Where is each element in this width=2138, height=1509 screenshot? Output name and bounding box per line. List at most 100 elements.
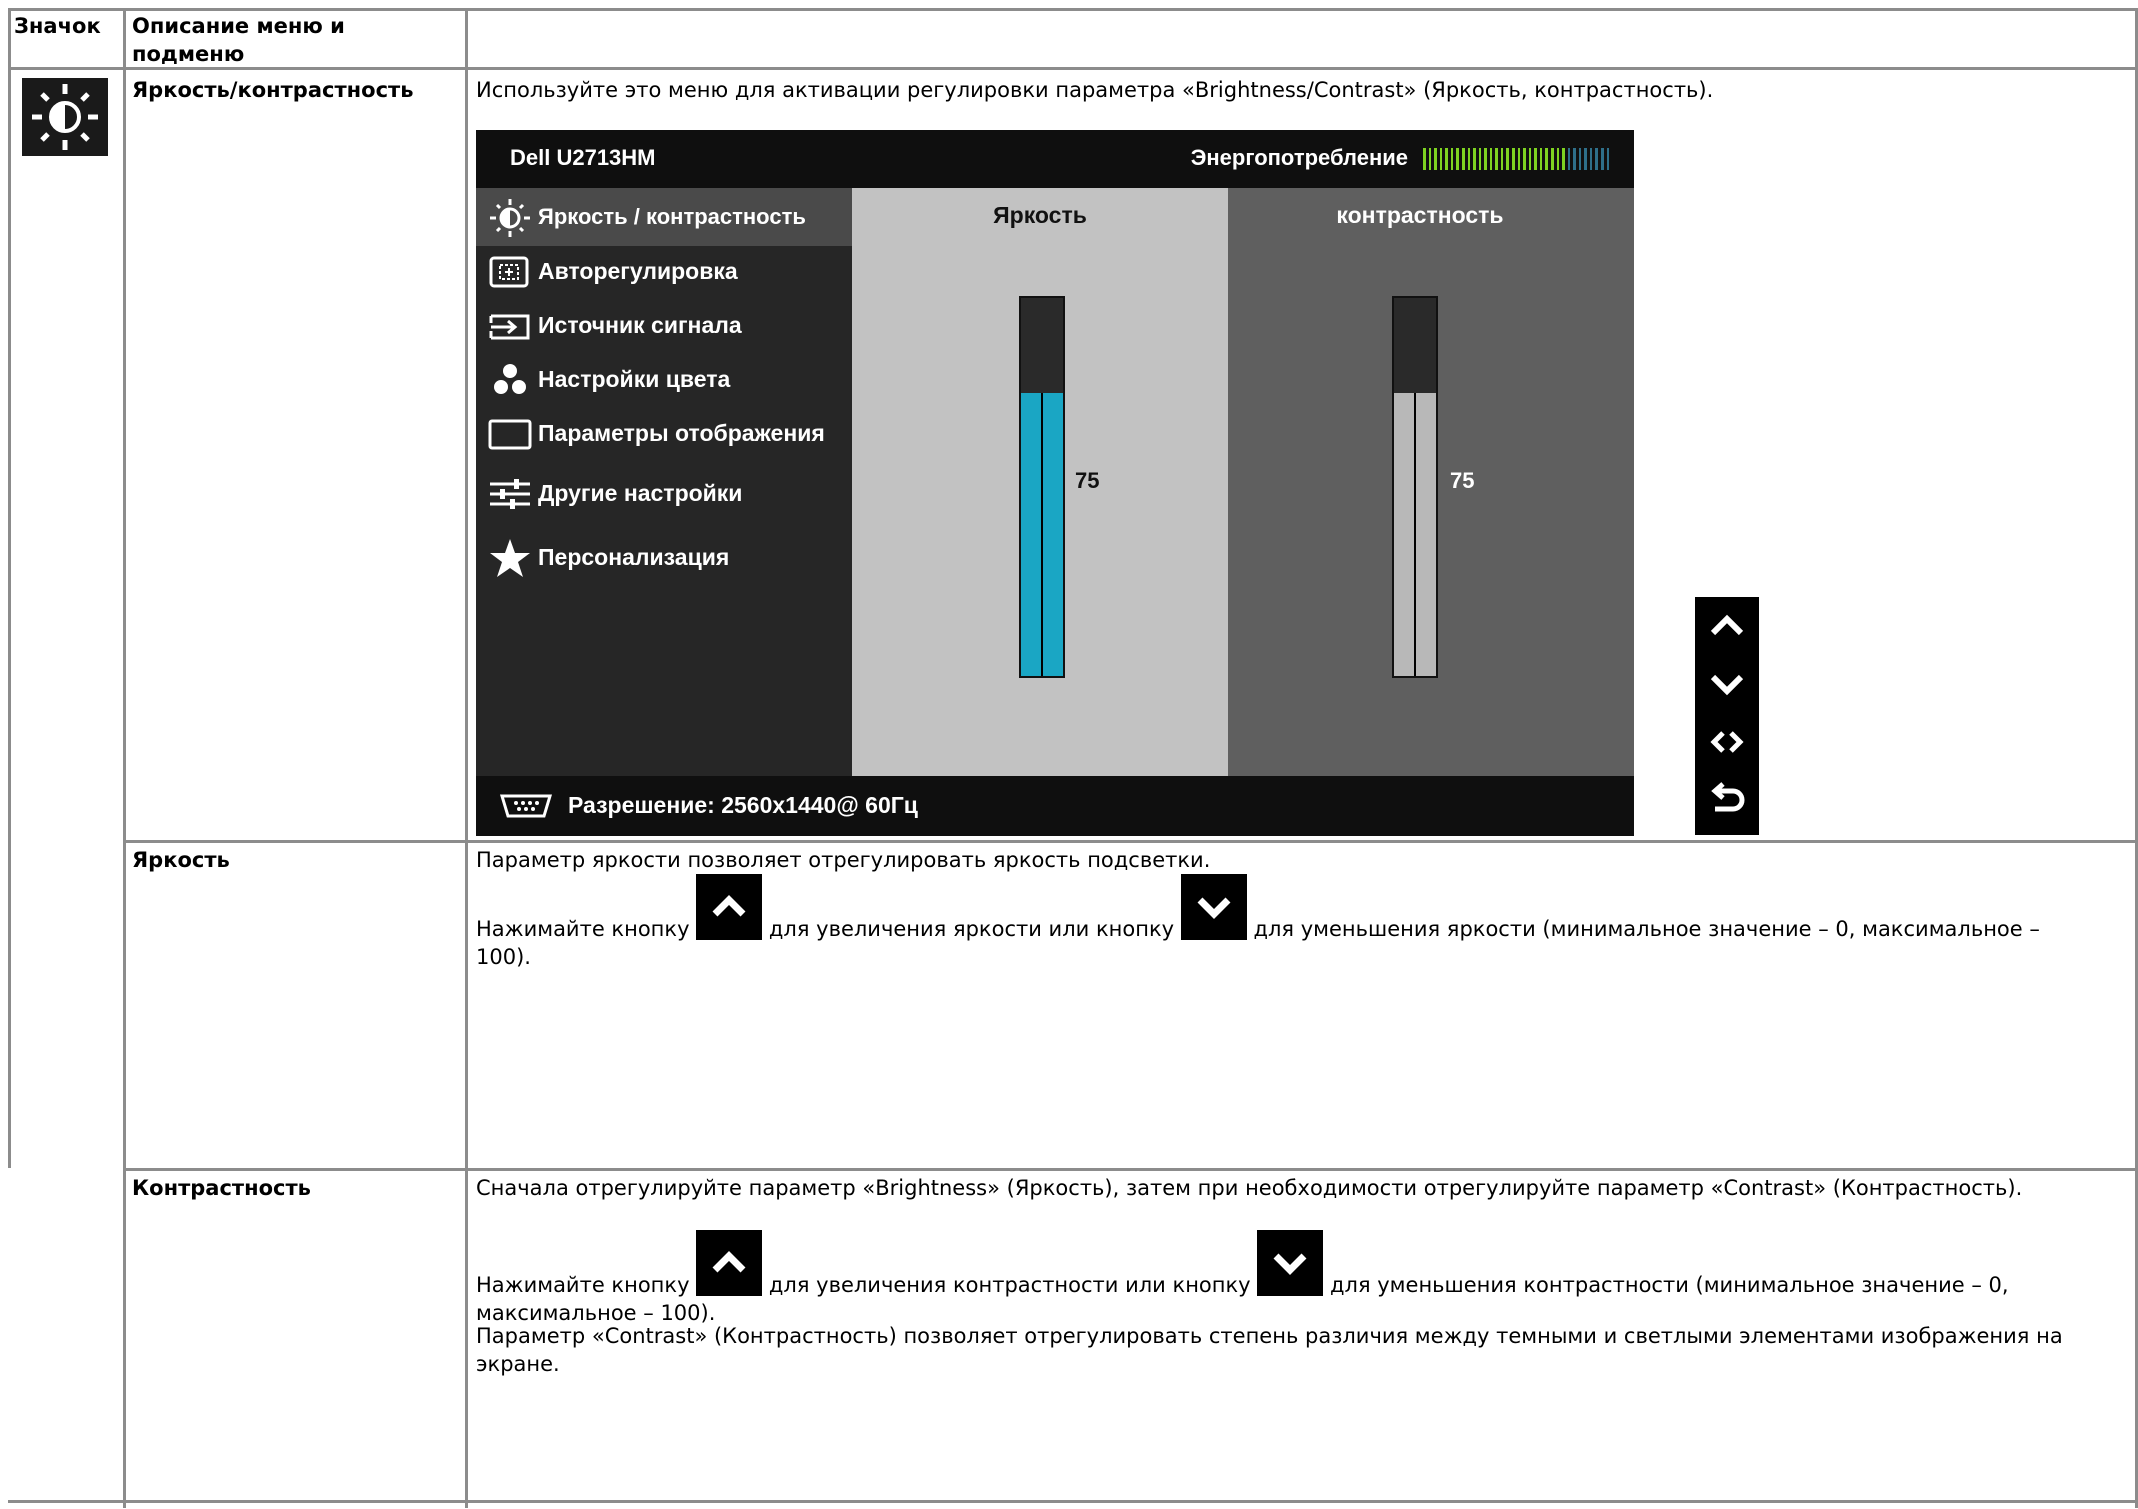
chevron-down-icon (1197, 897, 1231, 919)
energy-segment (1567, 148, 1571, 170)
row-name-brightness: Яркость (132, 848, 230, 872)
row-name-contrast: Контрастность (132, 1176, 311, 1200)
connector-icon (499, 794, 553, 818)
energy-segment (1450, 148, 1454, 170)
energy-segment (1528, 148, 1532, 170)
energy-segment (1506, 148, 1509, 170)
energy-segment (1550, 148, 1554, 170)
back-icon (1711, 782, 1745, 812)
energy-segment (1434, 148, 1437, 170)
star-icon (490, 539, 530, 577)
menu-item-label: Яркость / контрастность (538, 204, 806, 229)
energy-segment (1428, 148, 1432, 170)
energy-segment (1517, 148, 1521, 170)
text-segment: для увеличения контрастности или кнопку (768, 1273, 1251, 1297)
energy-segment (1562, 148, 1565, 170)
text-segment: Нажимайте кнопку (476, 917, 690, 941)
brightness-panel: Яркость 75 (852, 188, 1228, 776)
row-description-brightness-line1: Параметр яркости позволяет отрегулироват… (476, 848, 1211, 872)
osd-nav-buttons (1695, 597, 1759, 835)
row-description-contrast-line1: Сначала отрегулируйте параметр «Brightne… (476, 1176, 2023, 1200)
energy-segment (1495, 148, 1498, 170)
input-source-icon (489, 314, 530, 340)
menu-item-label: Параметры отображения (538, 420, 825, 446)
contrast-panel: контрастность 75 (1228, 188, 1634, 776)
text-segment: для увеличения яркости или кнопку (768, 917, 1175, 941)
row-description-brightness-contrast: Используйте это меню для активации регул… (476, 78, 1714, 102)
up-button-inline (696, 1230, 763, 1296)
osd-header: Dell U2713HM Энергопотребление (476, 130, 1634, 188)
brightness-title: Яркость (993, 202, 1087, 228)
row-description-contrast-line3: Параметр «Contrast» (Контрастность) позв… (476, 1324, 2063, 1376)
osd-resolution: Разрешение: 2560x1440@ 60Гц (568, 792, 918, 818)
osd-footer: Разрешение: 2560x1440@ 60Гц (476, 776, 1634, 836)
down-button-inline (1257, 1230, 1324, 1296)
chevron-up-icon (712, 1251, 746, 1273)
left-right-icon (1710, 731, 1744, 753)
osd-screenshot: Dell U2713HM Энергопотребление Яркость /… (476, 130, 1634, 836)
menu-item-label: Настройки цвета (538, 366, 731, 392)
energy-segment (1439, 148, 1443, 170)
energy-segment (1489, 148, 1493, 170)
up-button-inline (696, 874, 763, 940)
menu-item-other-settings[interactable]: Другие настройки (488, 468, 852, 520)
brightness-icon (22, 78, 108, 156)
energy-segment (1467, 148, 1471, 170)
menu-item-label: Авторегулировка (538, 258, 738, 284)
contrast-value: 75 (1450, 468, 1475, 493)
energy-segment (1473, 148, 1476, 170)
menu-item-personalize[interactable]: Персонализация (488, 532, 852, 584)
menu-item-auto-adjust[interactable]: Авторегулировка (488, 246, 852, 298)
header-icon-column: Значок (14, 14, 101, 38)
energy-segment (1545, 148, 1548, 170)
other-settings-icon (490, 479, 530, 509)
energy-segment (1445, 148, 1448, 170)
energy-segment (1539, 148, 1543, 170)
energy-segment (1573, 148, 1576, 170)
brightness-value: 75 (1075, 468, 1100, 493)
energy-segment (1534, 148, 1537, 170)
contrast-slider-fill (1394, 392, 1436, 676)
text-segment: Нажимайте кнопку (476, 1273, 690, 1297)
menu-item-input-source[interactable]: Источник сигнала (488, 300, 852, 352)
menu-item-display-settings[interactable]: Параметры отображения (488, 408, 852, 460)
energy-segment (1423, 148, 1426, 170)
chevron-up-icon (1710, 614, 1744, 636)
energy-segment (1595, 148, 1598, 170)
row-description-contrast-line2: Нажимайте кнопку для увеличения контраст… (476, 1230, 2116, 1327)
energy-meter (1423, 148, 1610, 170)
energy-segment (1606, 148, 1610, 170)
menu-item-label: Другие настройки (538, 480, 743, 506)
energy-segment (1478, 148, 1482, 170)
brightness-slider-fill (1021, 392, 1063, 676)
osd-energy-label: Энергопотребление (1190, 145, 1408, 170)
brightness-slider[interactable] (1019, 296, 1065, 678)
energy-segment (1512, 148, 1515, 170)
energy-segment (1484, 148, 1487, 170)
brightness-icon (490, 199, 530, 237)
energy-segment (1523, 148, 1526, 170)
osd-model-name: Dell U2713HM (510, 145, 656, 170)
contrast-title: контрастность (1336, 202, 1504, 228)
down-button[interactable] (1695, 655, 1759, 713)
energy-segment (1578, 148, 1582, 170)
back-button[interactable] (1695, 771, 1759, 829)
row-description-brightness-line2: Нажимайте кнопку для увеличения яркости … (476, 874, 2096, 971)
left-right-button[interactable] (1695, 713, 1759, 771)
menu-item-color-settings[interactable]: Настройки цвета (488, 354, 852, 406)
energy-segment (1556, 148, 1560, 170)
energy-segment (1584, 148, 1587, 170)
auto-adjust-icon (489, 256, 529, 288)
energy-segment (1601, 148, 1604, 170)
menu-item-brightness-contrast[interactable]: Яркость / контрастность (488, 192, 852, 244)
chevron-down-icon (1710, 674, 1744, 696)
energy-segment (1456, 148, 1459, 170)
down-button-inline (1180, 874, 1247, 940)
color-settings-icon (494, 364, 526, 394)
up-button[interactable] (1695, 597, 1759, 655)
energy-segment (1461, 148, 1465, 170)
contrast-slider[interactable] (1392, 296, 1438, 678)
header-description-column: Описание меню и подменю (132, 14, 345, 66)
chevron-down-icon (1273, 1253, 1307, 1275)
menu-item-label: Источник сигнала (538, 312, 742, 338)
